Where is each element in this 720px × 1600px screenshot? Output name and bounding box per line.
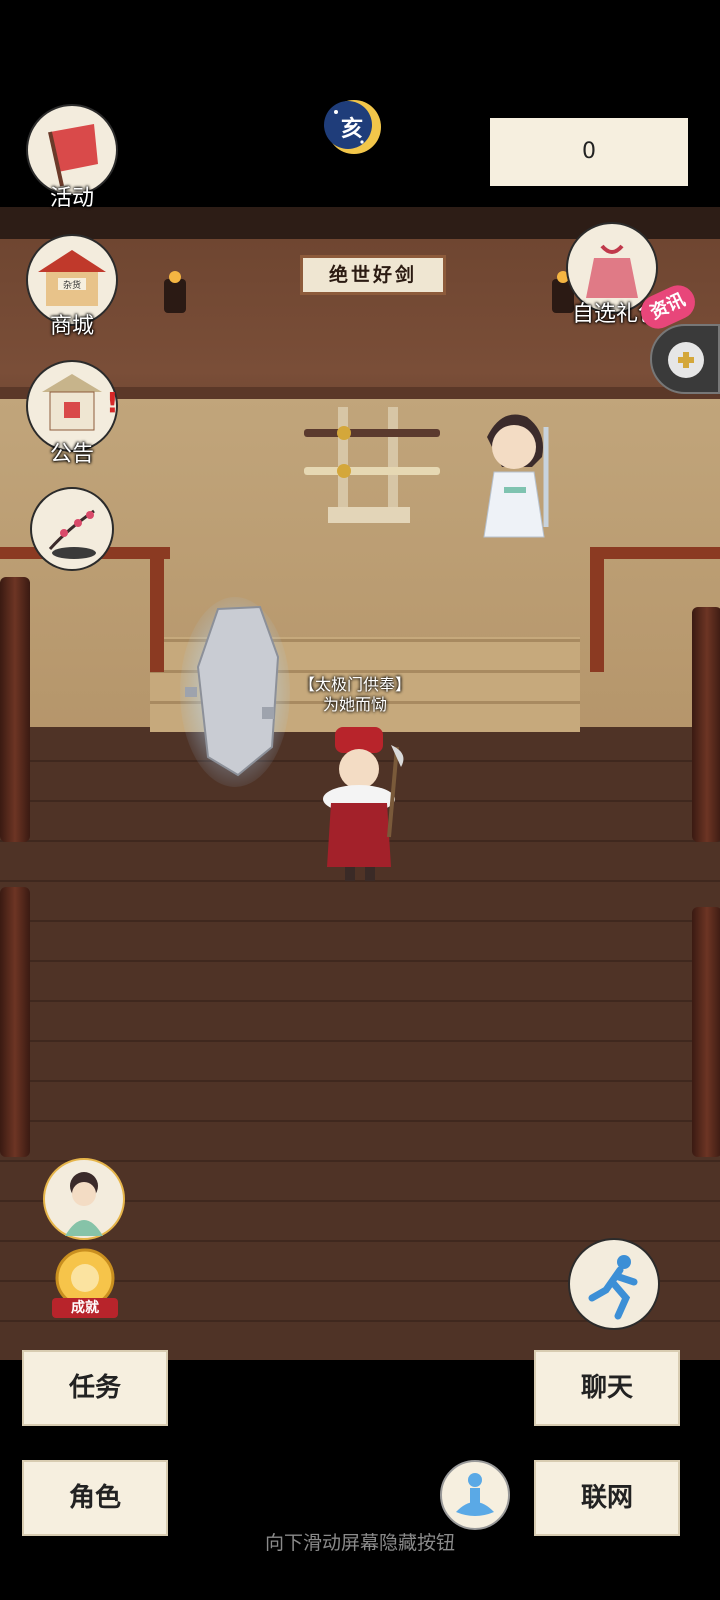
dragon-pillar-left-top (0, 577, 30, 842)
railing-right (590, 547, 720, 559)
plum-blossom-button[interactable] (30, 487, 114, 571)
notice-label: 公告 (49, 442, 94, 467)
gamepad-icon (668, 342, 704, 378)
companion-avatar[interactable] (43, 1158, 125, 1240)
npc-name-plate: 【太极门供奉】 为她而恸 (285, 675, 425, 715)
alert-icon: ! (106, 386, 116, 419)
dragon-pillar-right-bottom (692, 907, 720, 1157)
hall-sign: 绝世好剑 (300, 255, 446, 295)
dragon-pillar-right-top (692, 607, 720, 842)
achievement-button[interactable]: 成就 (42, 1246, 128, 1320)
npc-swordsman-white[interactable] (462, 377, 572, 547)
chat-button[interactable]: 聊天 (534, 1350, 680, 1426)
sword-rack[interactable] (300, 407, 440, 527)
npc-name: 为她而恸 (322, 695, 387, 714)
dragon-pillar-left-bottom (0, 887, 30, 1157)
time-moon-badge: 亥 (322, 98, 384, 156)
floating-assist-button[interactable] (650, 324, 720, 394)
railing-right-post (590, 552, 604, 672)
tasks-button[interactable]: 任务 (22, 1350, 168, 1426)
moon-badge-text: 亥 (340, 116, 363, 142)
npc-title: 【太极门供奉】 (298, 675, 411, 694)
character-button[interactable]: 角色 (22, 1460, 168, 1536)
run-toggle-button[interactable] (568, 1238, 660, 1330)
wall-lamp-left (164, 271, 186, 313)
shop-label: 商城 (49, 314, 94, 339)
running-figure-icon (588, 1255, 638, 1320)
meditation-icon (456, 1473, 494, 1516)
events-label: 活动 (49, 186, 94, 211)
shop-sign-text: 杂货 (63, 279, 81, 291)
network-button[interactable]: 联网 (534, 1460, 680, 1536)
player-character[interactable] (305, 717, 415, 887)
plum-blossom-icon (48, 509, 96, 559)
railing-left-post (150, 552, 164, 672)
meditate-button[interactable] (440, 1460, 510, 1530)
swipe-hint: 向下滑动屏幕隐藏按钮 (264, 1532, 455, 1554)
girl-portrait-icon (65, 1172, 103, 1236)
crystal-stone[interactable] (180, 597, 290, 787)
score-display: 0 (490, 118, 688, 186)
achievement-label: 成就 (71, 1300, 99, 1316)
